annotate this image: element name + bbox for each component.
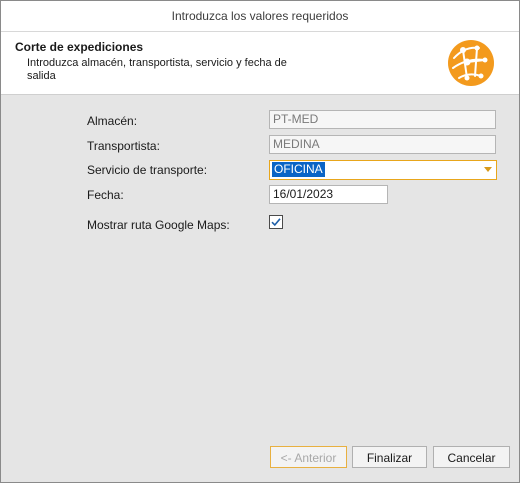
fecha-label: Fecha: [87,188,124,202]
header-title: Corte de expediciones [15,40,144,54]
google-maps-checkbox[interactable] [269,215,283,229]
almacen-field[interactable]: PT-MED [269,110,496,129]
servicio-dropdown[interactable]: OFICINA [269,160,497,180]
back-button[interactable]: <- Anterior [270,446,347,468]
chevron-down-icon[interactable] [484,167,492,172]
dialog-window: Introduzca los valores requeridos Corte … [0,0,520,483]
wizard-header: Corte de expediciones Introduzca almacén… [1,32,519,95]
finish-button[interactable]: Finalizar [352,446,427,468]
servicio-selected-value: OFICINA [272,162,325,177]
form-area: Almacén: PT-MED Transportista: MEDINA Se… [1,95,519,482]
cancel-button[interactable]: Cancelar [433,446,510,468]
google-maps-label: Mostrar ruta Google Maps: [87,218,230,232]
almacen-label: Almacén: [87,114,138,128]
window-title: Introduzca los valores requeridos [1,1,519,32]
fecha-field[interactable]: 16/01/2023 [269,185,388,204]
transportista-field[interactable]: MEDINA [269,135,496,154]
checkmark-icon [271,218,281,227]
servicio-label: Servicio de transporte: [87,163,208,177]
header-subtitle: Introduzca almacén, transportista, servi… [27,57,287,82]
network-globe-logo-icon [448,40,494,86]
transportista-label: Transportista: [87,139,160,153]
